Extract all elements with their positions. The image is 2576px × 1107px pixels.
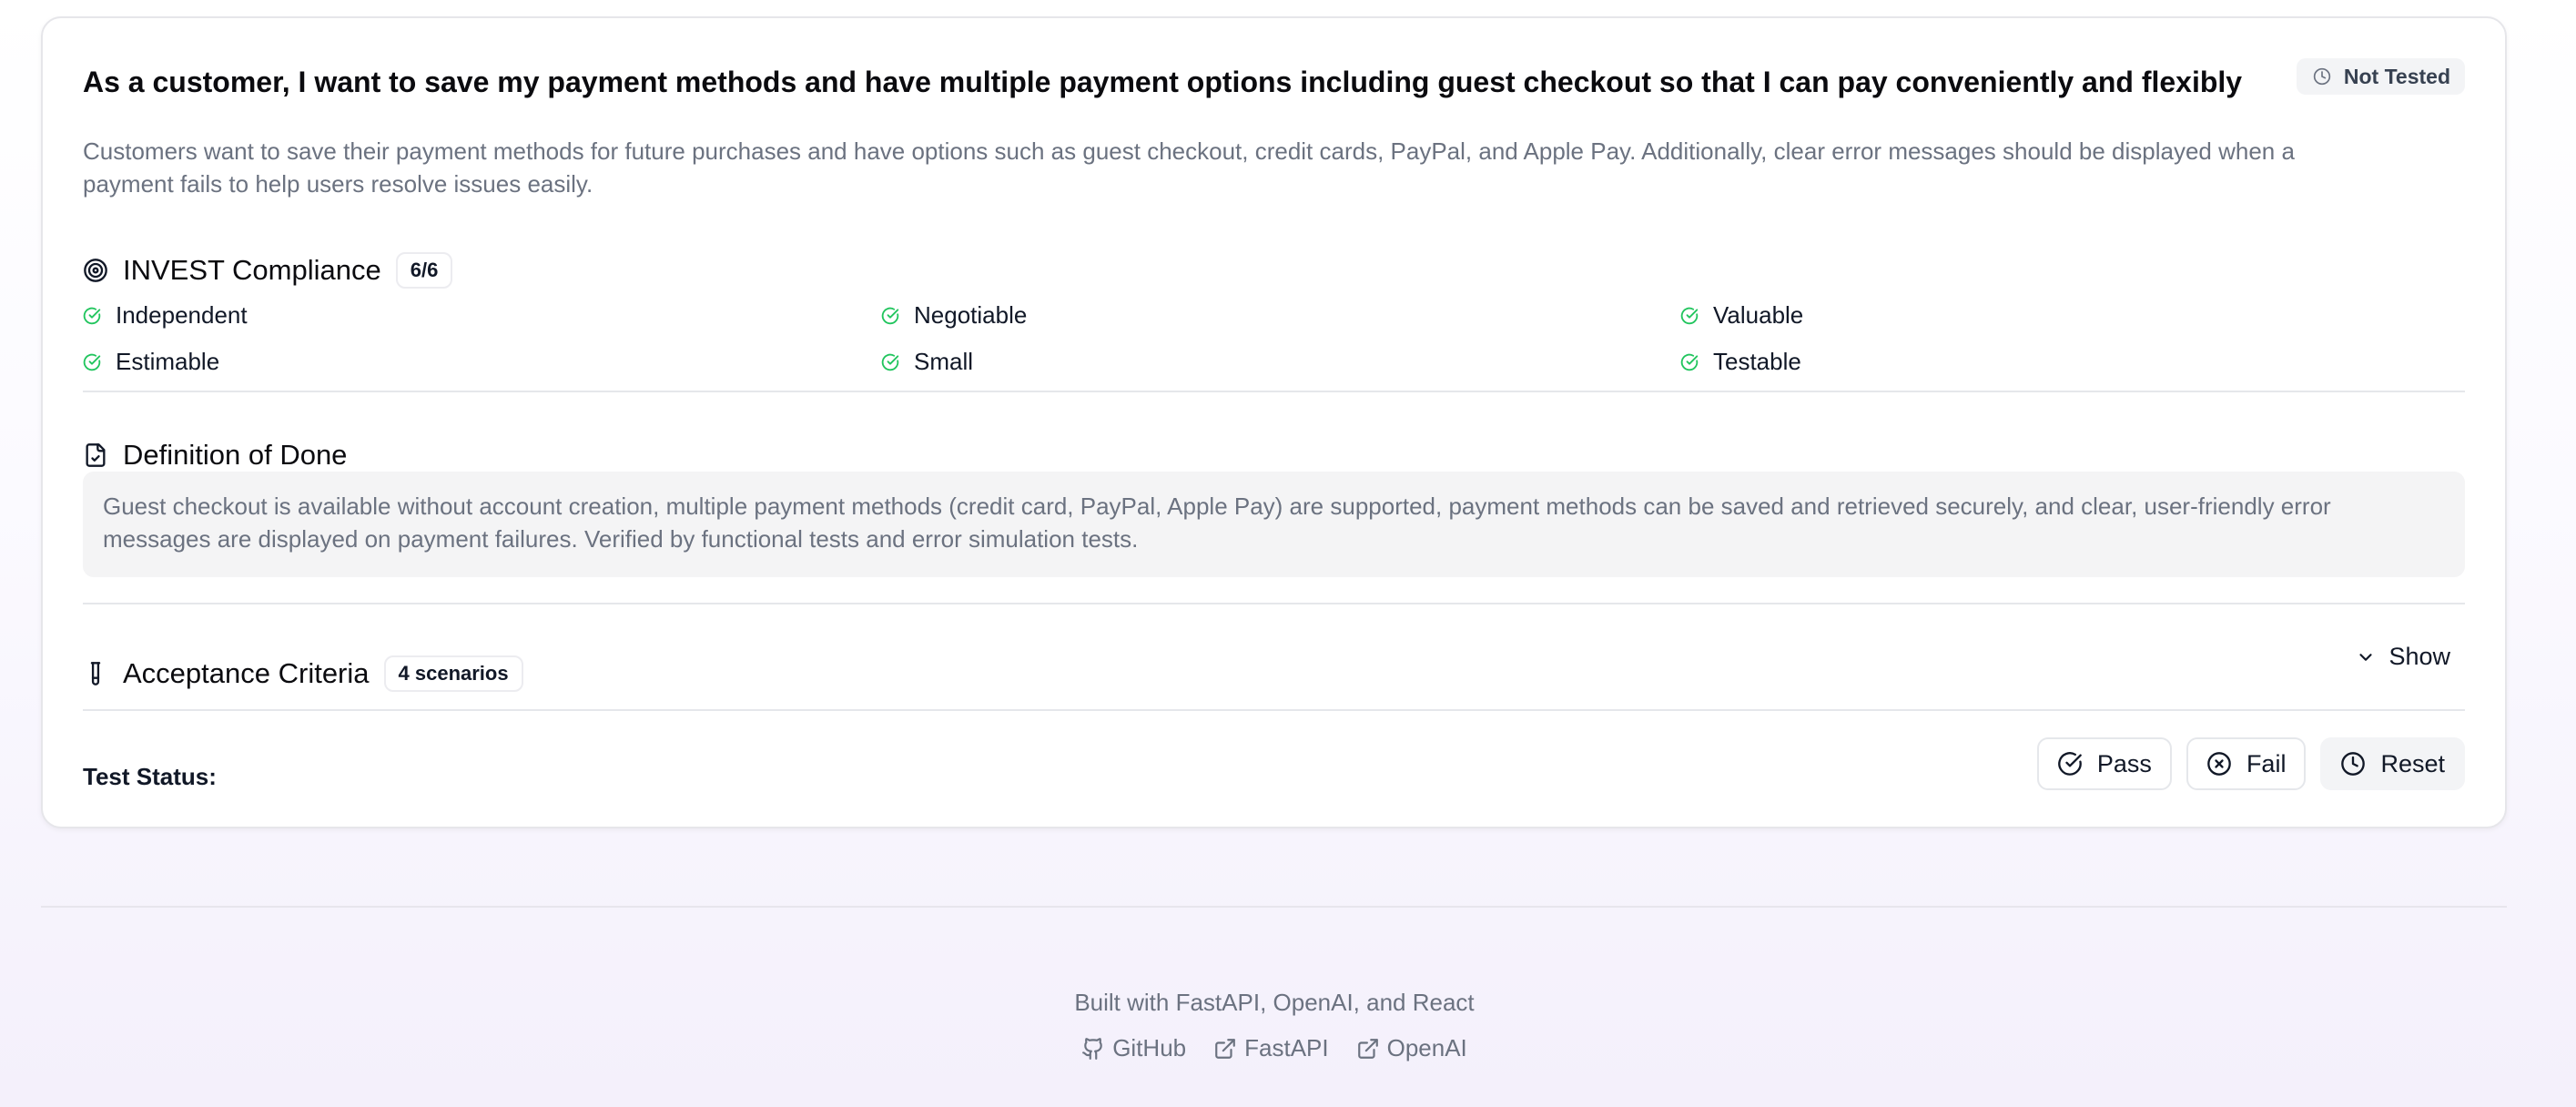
user-story-card: As a customer, I want to save my payment… — [41, 16, 2507, 828]
show-label: Show — [2388, 643, 2450, 670]
invest-header: INVEST Compliance 6/6 — [83, 252, 453, 289]
footer-links: GitHub FastAPI OpenAI — [0, 1034, 2549, 1062]
invest-label: Testable — [1713, 348, 1801, 375]
invest-label: Independent — [116, 301, 248, 329]
divider — [83, 709, 2465, 711]
footer-built-with: Built with FastAPI, OpenAI, and React — [1074, 989, 1475, 1016]
check-circle-icon — [881, 307, 899, 325]
story-description: Customers want to save their payment met… — [83, 137, 2295, 198]
github-label: GitHub — [1112, 1034, 1187, 1061]
acceptance-header[interactable]: Acceptance Criteria 4 scenarios — [83, 655, 523, 692]
test-status-label: Test Status: — [83, 763, 217, 790]
fail-label: Fail — [2246, 749, 2287, 777]
fastapi-label: FastAPI — [1244, 1034, 1329, 1061]
fail-button[interactable]: Fail — [2186, 737, 2307, 790]
x-circle-icon — [2206, 751, 2232, 777]
pass-label: Pass — [2096, 749, 2152, 777]
check-circle-icon — [83, 353, 101, 371]
openai-label: OpenAI — [1386, 1034, 1467, 1061]
check-circle-icon — [83, 307, 101, 325]
footer-divider — [41, 906, 2507, 908]
story-title: As a customer, I want to save my payment… — [83, 66, 2243, 98]
fastapi-link[interactable]: FastAPI — [1213, 1034, 1329, 1062]
invest-label: Negotiable — [914, 301, 1028, 329]
acceptance-heading: Acceptance Criteria — [123, 657, 370, 689]
status-text: Not Tested — [2343, 64, 2450, 88]
check-circle-icon — [2057, 751, 2083, 777]
test-tube-icon — [83, 661, 108, 686]
dod-text: Guest checkout is available without acco… — [83, 472, 2465, 577]
invest-label: Small — [914, 348, 974, 375]
show-acceptance-button[interactable]: Show — [2356, 643, 2450, 671]
check-circle-icon — [1680, 307, 1699, 325]
github-icon — [1081, 1037, 1105, 1061]
clock-icon — [2313, 67, 2331, 86]
invest-item-small: Small — [881, 348, 973, 376]
divider — [83, 603, 2465, 604]
check-circle-icon — [881, 353, 899, 371]
invest-item-estimable: Estimable — [83, 348, 219, 376]
divider — [83, 391, 2465, 392]
external-link-icon — [1213, 1037, 1237, 1061]
github-link[interactable]: GitHub — [1081, 1034, 1186, 1062]
invest-item-independent: Independent — [83, 301, 248, 330]
invest-item-negotiable: Negotiable — [881, 301, 1027, 330]
scenario-count-badge: 4 scenarios — [383, 655, 523, 692]
invest-label: Valuable — [1713, 301, 1804, 329]
target-icon — [83, 258, 108, 283]
check-circle-icon — [1680, 353, 1699, 371]
file-check-icon — [83, 442, 108, 468]
reset-label: Reset — [2380, 749, 2445, 777]
openai-link[interactable]: OpenAI — [1356, 1034, 1467, 1062]
reset-button[interactable]: Reset — [2320, 737, 2465, 790]
invest-item-testable: Testable — [1680, 348, 1801, 376]
clock-icon — [2340, 751, 2366, 777]
external-link-icon — [1356, 1037, 1380, 1061]
invest-heading: INVEST Compliance — [123, 254, 381, 286]
dod-heading: Definition of Done — [123, 439, 348, 471]
status-badge: Not Tested — [2296, 58, 2465, 95]
chevron-down-icon — [2356, 647, 2376, 667]
invest-criteria-grid: Independent Negotiable Valuable Estimabl… — [83, 301, 2468, 383]
test-status-actions: Pass Fail Reset — [2036, 737, 2465, 790]
invest-label: Estimable — [116, 348, 220, 375]
invest-item-valuable: Valuable — [1680, 301, 1803, 330]
invest-score-badge: 6/6 — [395, 252, 453, 289]
pass-button[interactable]: Pass — [2036, 737, 2172, 790]
dod-header: Definition of Done — [83, 439, 347, 472]
